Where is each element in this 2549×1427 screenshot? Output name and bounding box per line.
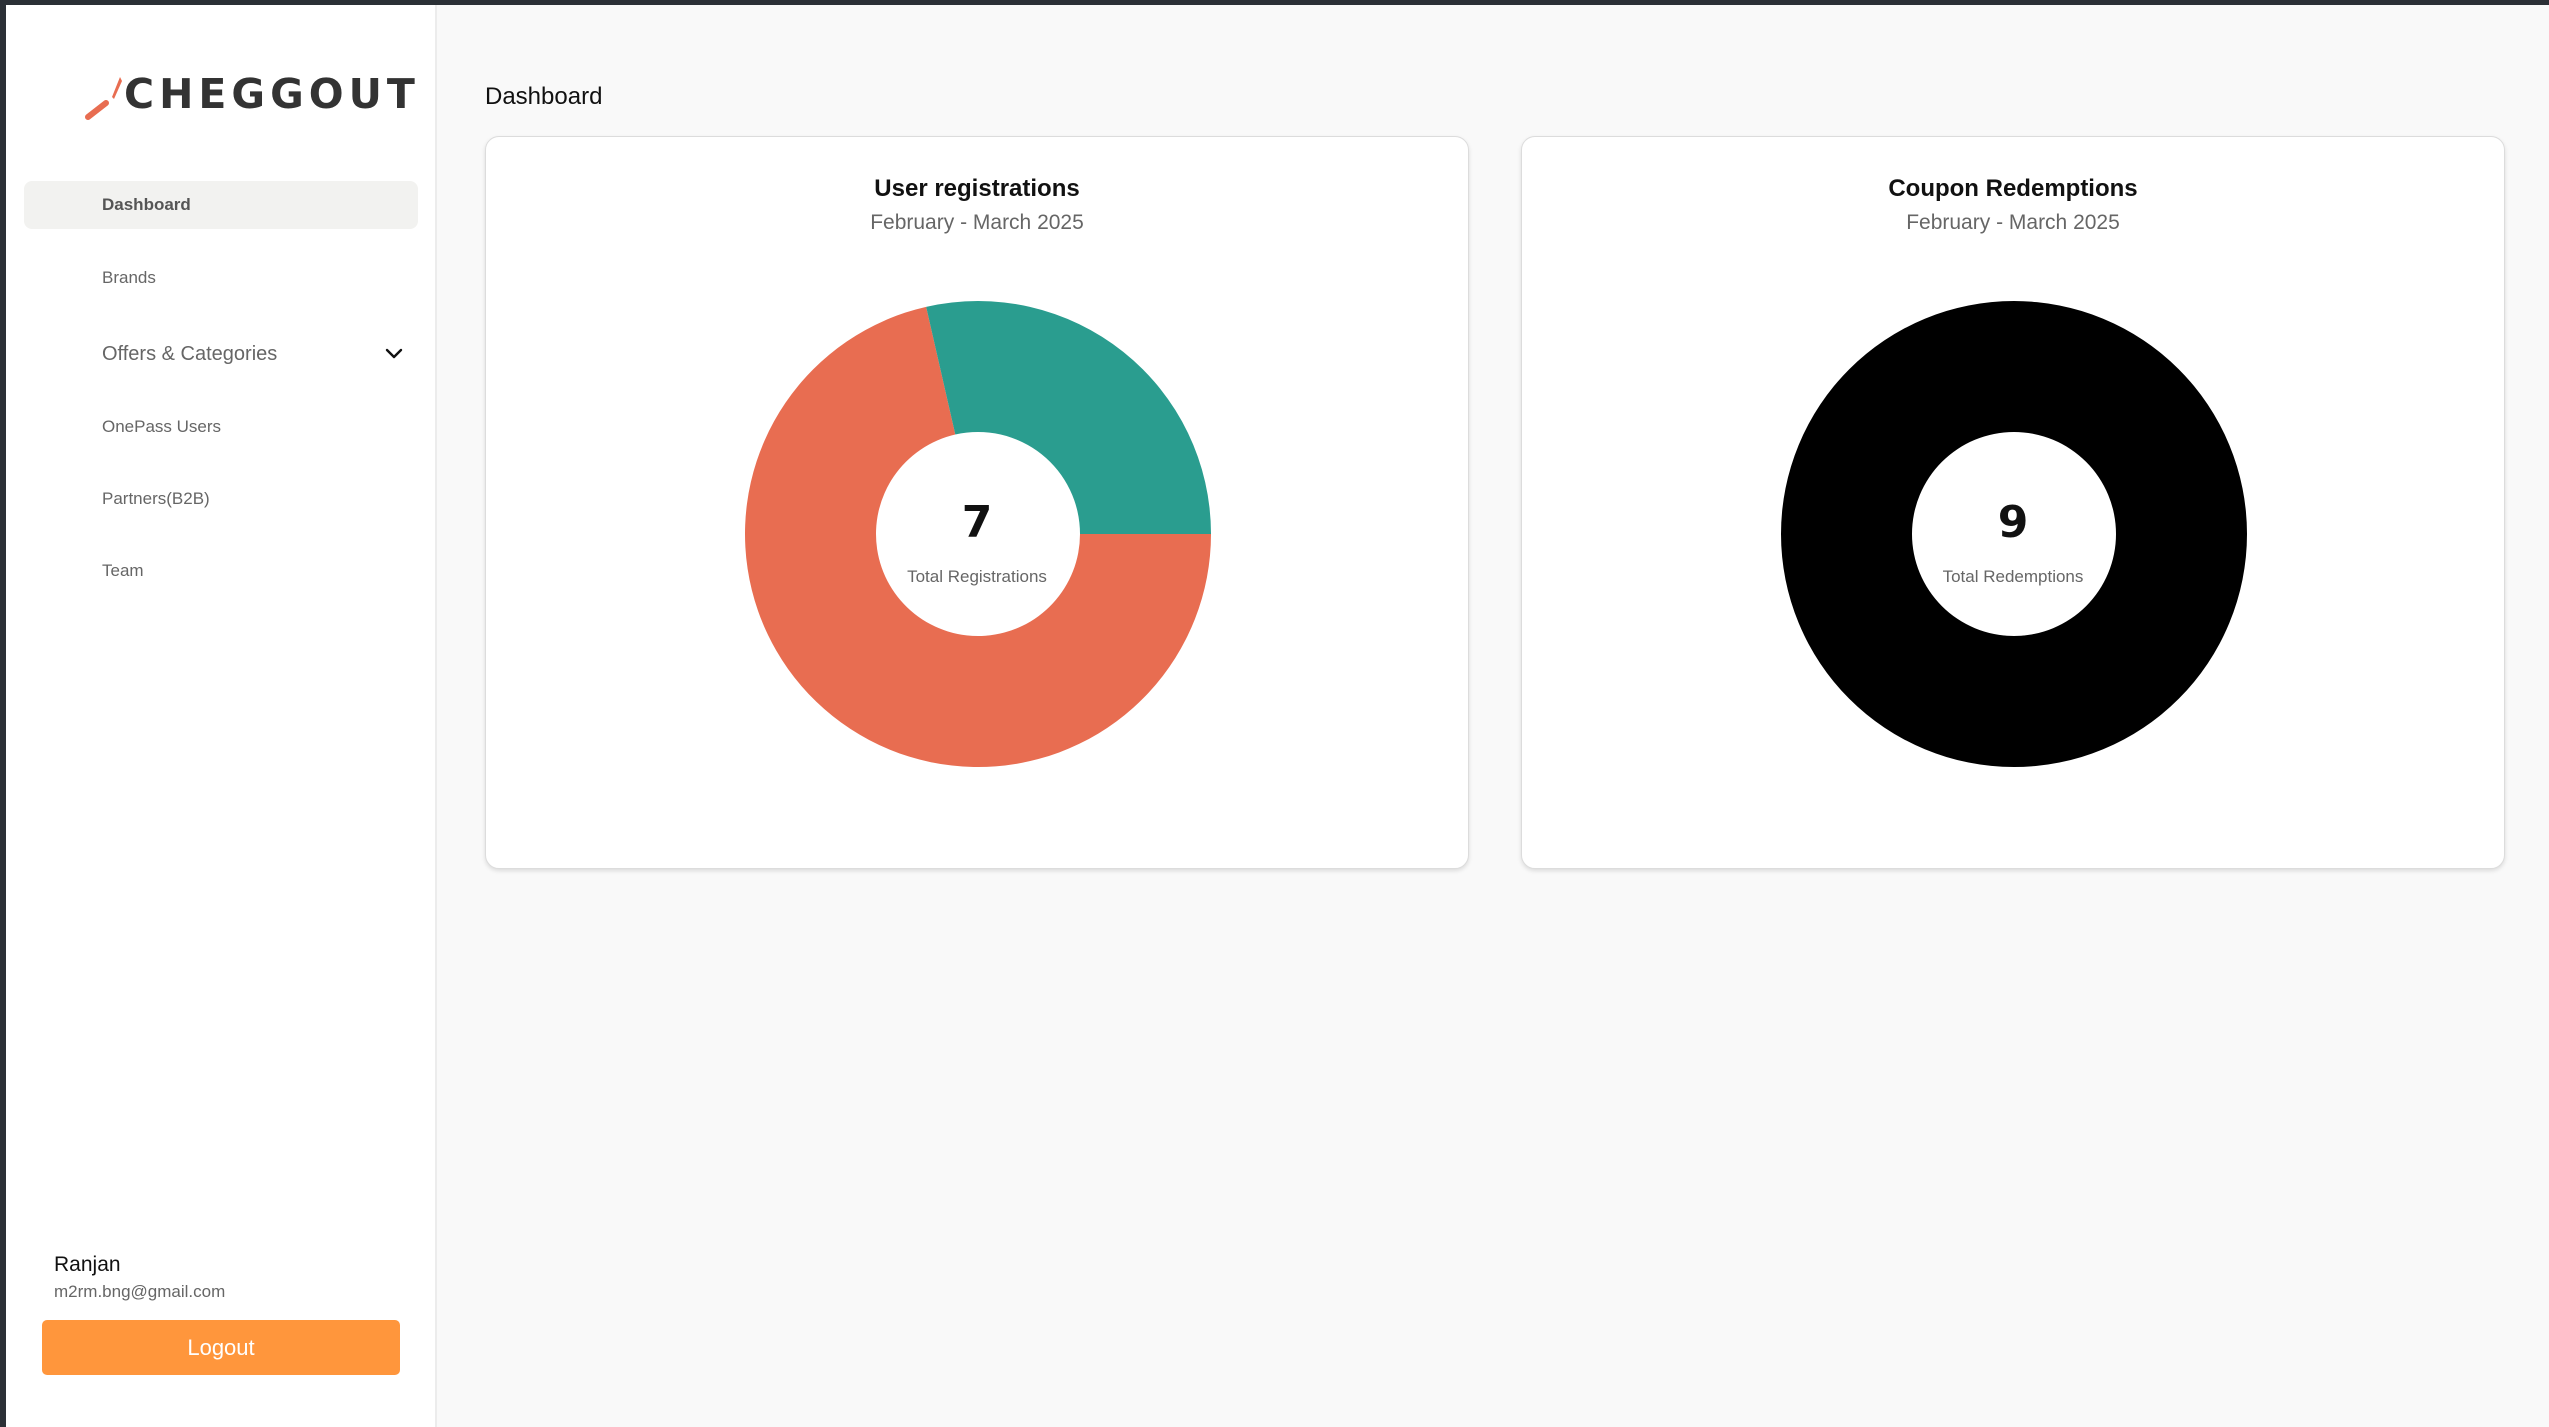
card-title: Coupon Redemptions bbox=[1888, 175, 2138, 202]
page-title: Dashboard bbox=[485, 83, 603, 110]
sidebar-item-brands[interactable]: Brands bbox=[24, 254, 418, 302]
total-redemptions-value: 9 bbox=[1997, 497, 2029, 548]
total-registrations-label: Total Registrations bbox=[907, 567, 1047, 586]
sidebar-item-partners-b2b[interactable]: Partners(B2B) bbox=[24, 475, 418, 523]
total-redemptions-label: Total Redemptions bbox=[1942, 567, 2084, 586]
sidebar-item-label: Team bbox=[102, 561, 144, 580]
sidebar: CHEGGOUT Dashboard Brands Offers & Categ… bbox=[6, 5, 437, 1427]
total-registrations-value: 7 bbox=[961, 497, 993, 548]
sidebar-item-label: Dashboard bbox=[102, 195, 191, 214]
sidebar-item-team[interactable]: Team bbox=[24, 547, 418, 595]
sidebar-item-dashboard[interactable]: Dashboard bbox=[24, 181, 418, 229]
card-title: User registrations bbox=[874, 175, 1080, 202]
sidebar-item-label: Offers & Categories bbox=[102, 342, 278, 365]
sidebar-item-label: OnePass Users bbox=[102, 417, 222, 436]
logout-button[interactable]: Logout bbox=[42, 1320, 400, 1375]
user-email: m2rm.bng@gmail.com bbox=[54, 1282, 226, 1301]
magnifier-logo-icon bbox=[85, 77, 122, 120]
card-subtitle: February - March 2025 bbox=[870, 211, 1084, 234]
brand-logo[interactable]: CHEGGOUT bbox=[84, 65, 415, 125]
user-name: Ranjan bbox=[54, 1253, 121, 1276]
sidebar-item-label: Brands bbox=[102, 268, 156, 287]
brand-logo-text: CHEGGOUT bbox=[124, 70, 420, 118]
coupon-redemptions-card: Coupon Redemptions February - March 2025… bbox=[1521, 136, 2505, 869]
sidebar-item-label: Partners(B2B) bbox=[102, 489, 210, 508]
sidebar-item-offers-categories[interactable]: Offers & Categories bbox=[24, 330, 418, 378]
app-window: CHEGGOUT Dashboard Brands Offers & Categ… bbox=[6, 5, 2549, 1427]
sidebar-item-onepass-users[interactable]: OnePass Users bbox=[24, 403, 418, 451]
chevron-down-icon[interactable] bbox=[384, 344, 404, 364]
user-registrations-card: User registrations February - March 2025… bbox=[485, 136, 1469, 869]
card-subtitle: February - March 2025 bbox=[1906, 211, 2120, 234]
